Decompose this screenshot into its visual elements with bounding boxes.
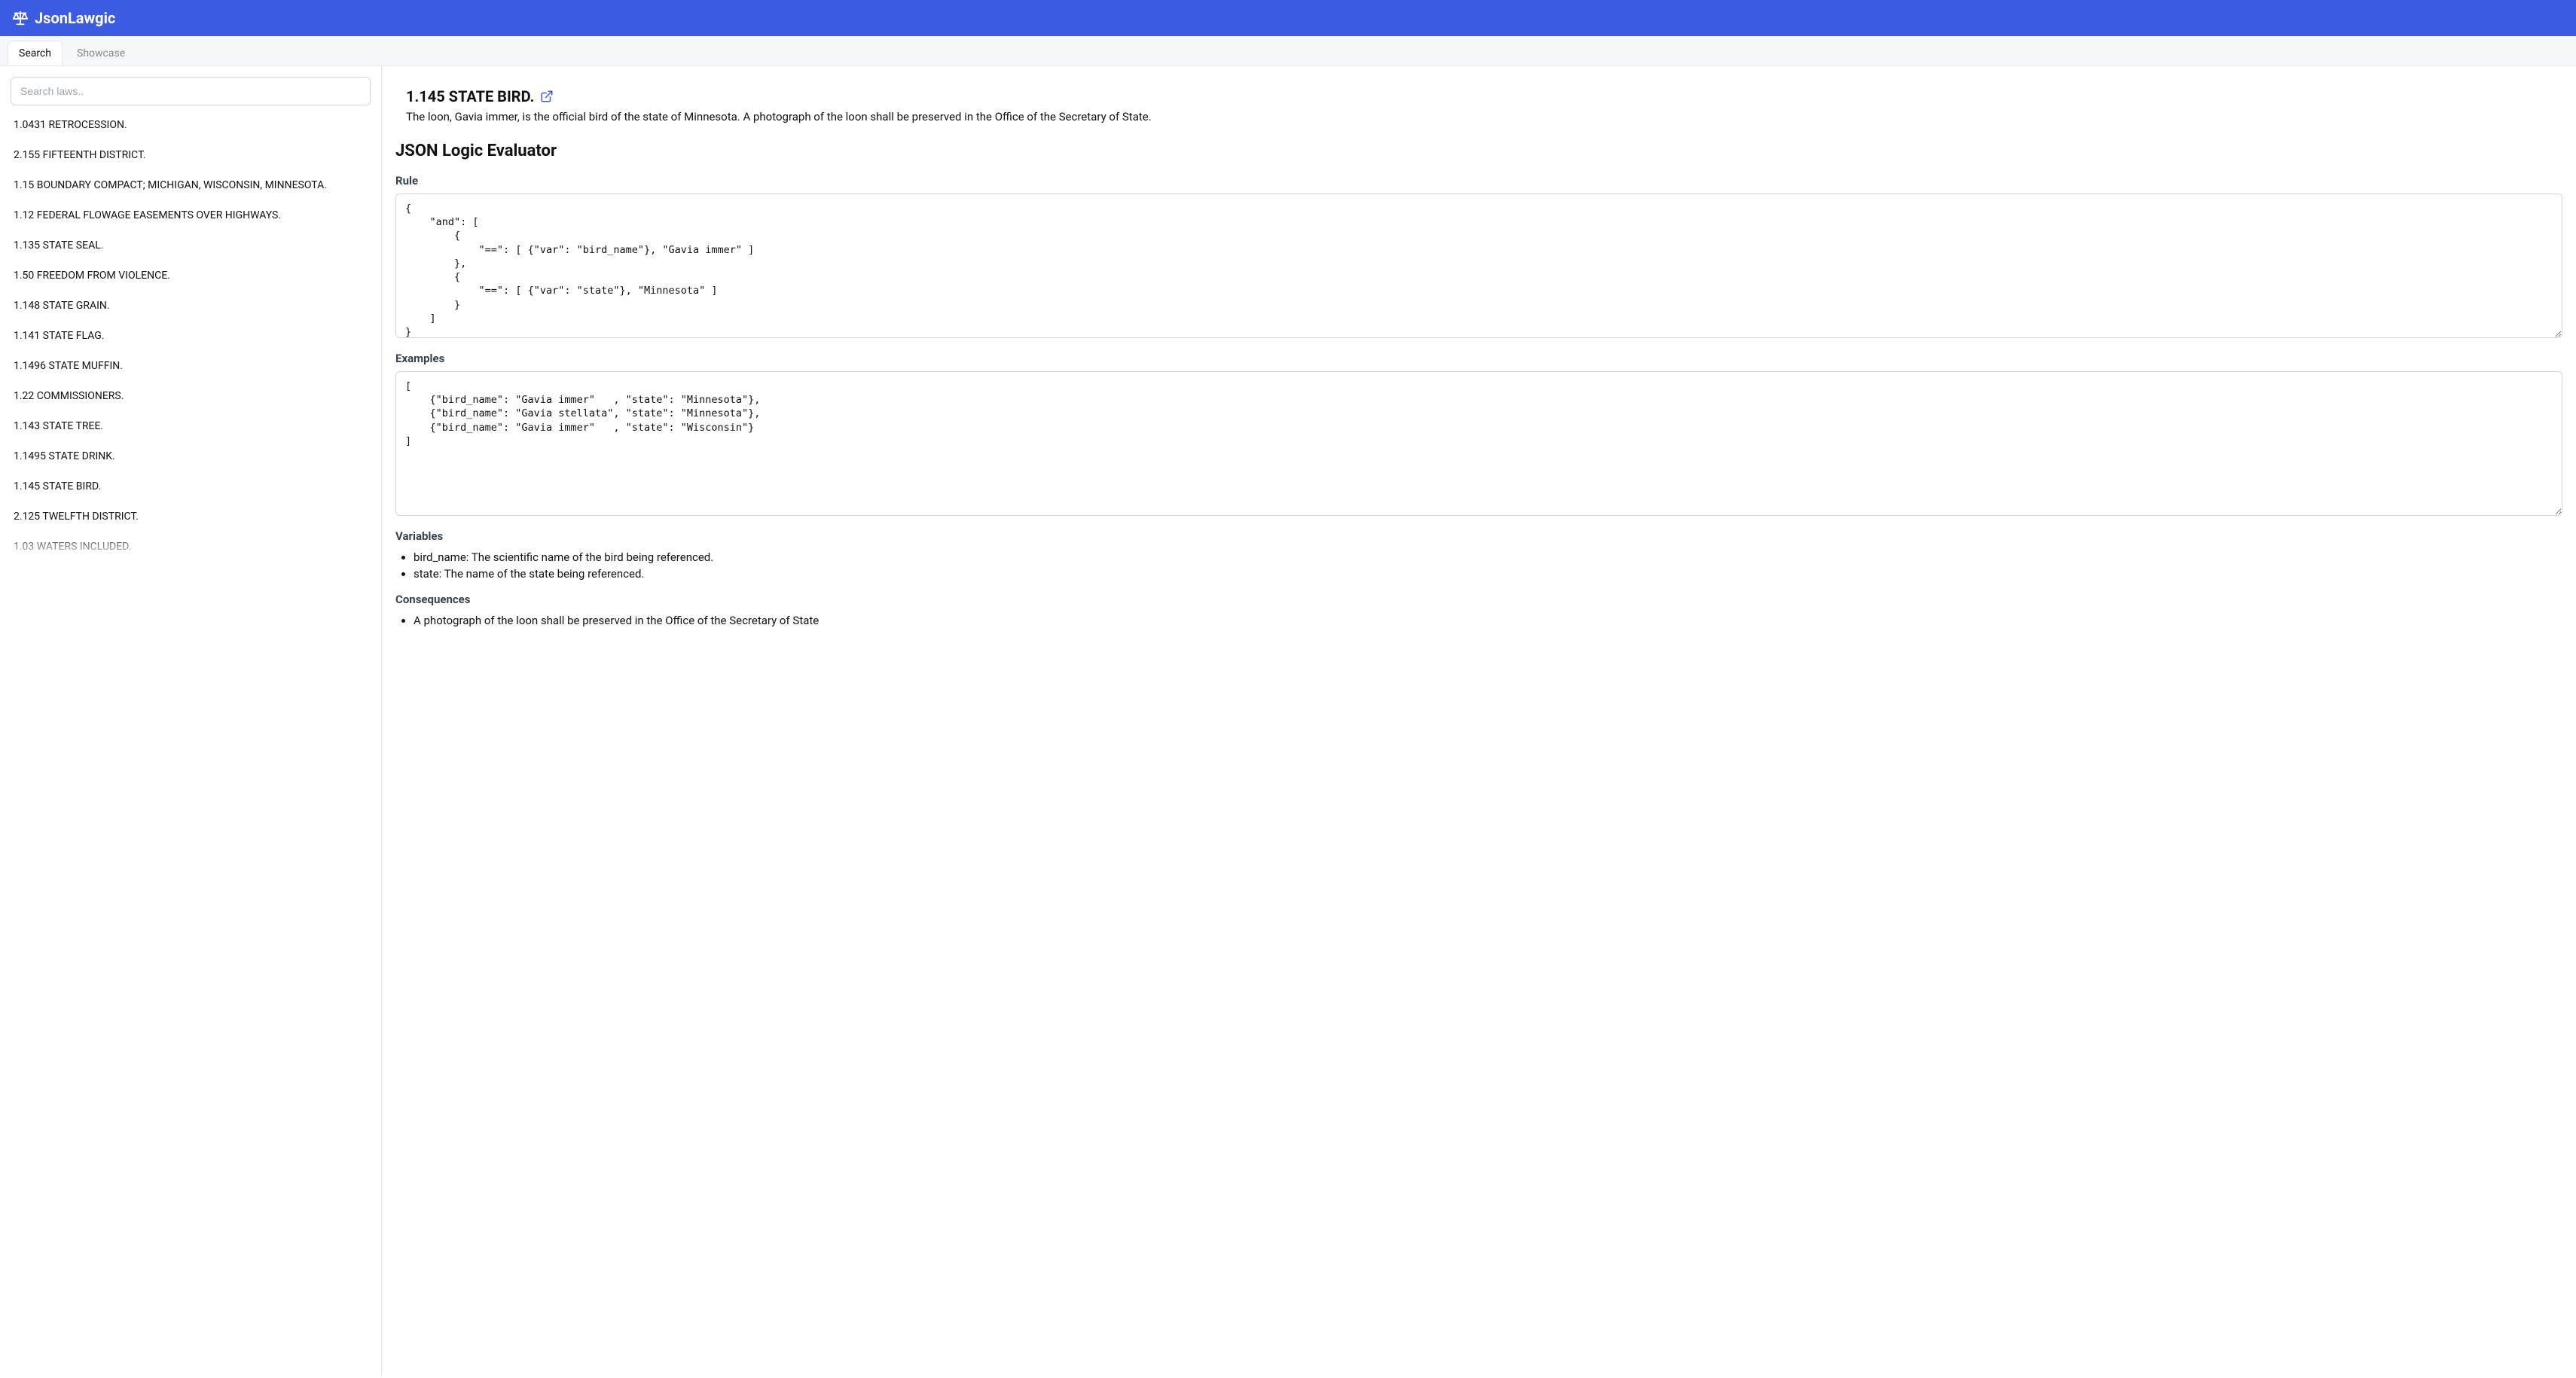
law-list-item[interactable]: 1.145 STATE BIRD. (11, 471, 371, 502)
variable-item: state: The name of the state being refer… (414, 566, 2562, 582)
law-list-item[interactable]: 1.15 BOUNDARY COMPACT; MICHIGAN, WISCONS… (11, 170, 371, 200)
law-title-row: 1.145 STATE BIRD. (406, 87, 2562, 105)
sidebar: 1.0431 RETROCESSION.2.155 FIFTEENTH DIST… (0, 66, 382, 1376)
law-title: 1.145 STATE BIRD. (406, 87, 534, 105)
consequences-label: Consequences (395, 593, 2562, 606)
law-list-item[interactable]: 1.1496 STATE MUFFIN. (11, 351, 371, 381)
app-header: JsonLawgic (0, 0, 2576, 36)
law-list-item[interactable]: 1.50 FREEDOM FROM VIOLENCE. (11, 261, 371, 291)
law-list-item[interactable]: 1.0431 RETROCESSION. (11, 110, 371, 140)
law-list-item[interactable]: 1.22 COMMISSIONERS. (11, 381, 371, 411)
law-list-item[interactable]: 1.148 STATE GRAIN. (11, 291, 371, 321)
tabs-bar: Search Showcase (0, 36, 2576, 66)
examples-textarea[interactable] (395, 371, 2562, 516)
evaluator-heading: JSON Logic Evaluator (395, 142, 2562, 160)
law-description: The loon, Gavia immer, is the official b… (406, 110, 2562, 123)
law-list-item[interactable]: 1.03 WATERS INCLUDED. (11, 532, 371, 562)
law-list-item[interactable]: 1.141 STATE FLAG. (11, 321, 371, 351)
rule-textarea[interactable] (395, 194, 2562, 338)
variables-list: bird_name: The scientific name of the bi… (395, 549, 2562, 582)
rule-label: Rule (395, 174, 2562, 187)
variable-item: bird_name: The scientific name of the bi… (414, 549, 2562, 566)
law-list: 1.0431 RETROCESSION.2.155 FIFTEENTH DIST… (11, 110, 371, 562)
consequence-item: A photograph of the loon shall be preser… (414, 612, 2562, 629)
law-list-item[interactable]: 1.143 STATE TREE. (11, 411, 371, 441)
law-list-item[interactable]: 2.155 FIFTEENTH DISTRICT. (11, 140, 371, 170)
content-panel: 1.145 STATE BIRD. The loon, Gavia immer,… (382, 66, 2576, 1376)
main-area: 1.0431 RETROCESSION.2.155 FIFTEENTH DIST… (0, 66, 2576, 1376)
variables-label: Variables (395, 529, 2562, 543)
examples-label: Examples (395, 352, 2562, 365)
tab-showcase[interactable]: Showcase (66, 41, 136, 66)
law-list-item[interactable]: 1.1495 STATE DRINK. (11, 441, 371, 471)
law-list-item[interactable]: 2.125 TWELFTH DISTRICT. (11, 502, 371, 532)
scales-icon (12, 10, 29, 26)
consequences-list: A photograph of the loon shall be preser… (395, 612, 2562, 629)
tab-search[interactable]: Search (8, 41, 63, 66)
law-list-item[interactable]: 1.12 FEDERAL FLOWAGE EASEMENTS OVER HIGH… (11, 200, 371, 230)
search-input[interactable] (11, 77, 371, 105)
law-list-item[interactable]: 1.135 STATE SEAL. (11, 230, 371, 261)
brand-title: JsonLawgic (35, 9, 115, 27)
external-link-icon[interactable] (540, 90, 554, 103)
